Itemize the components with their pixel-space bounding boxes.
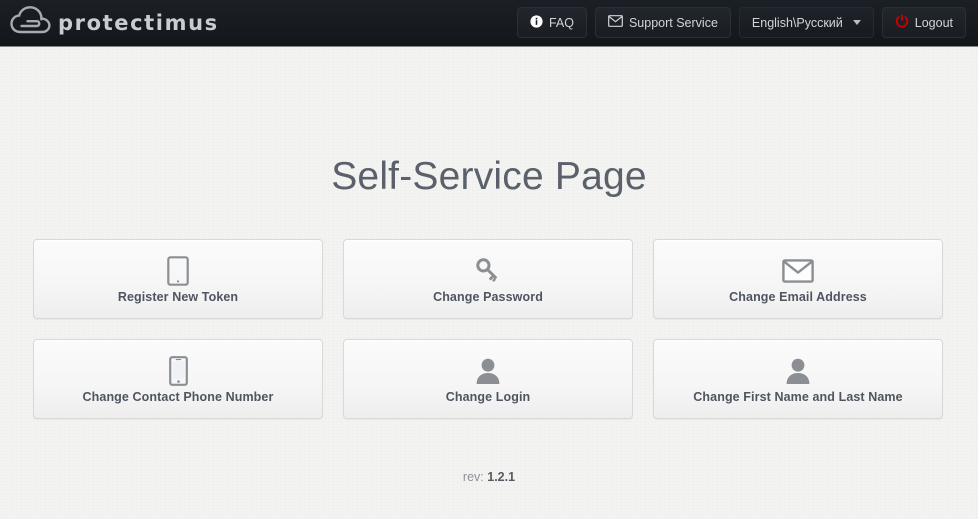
faq-label: FAQ bbox=[548, 15, 574, 30]
key-icon bbox=[472, 255, 504, 287]
page-title: Self-Service Page bbox=[331, 155, 647, 198]
power-icon bbox=[895, 14, 909, 31]
tile-change-login[interactable]: Change Login bbox=[343, 339, 633, 419]
tile-label: Change First Name and Last Name bbox=[693, 389, 903, 404]
language-selector[interactable]: English\Русский bbox=[738, 7, 874, 38]
user-icon bbox=[784, 355, 812, 387]
cloud-arrow-logo-icon bbox=[10, 5, 54, 42]
tile-label: Change Email Address bbox=[729, 289, 867, 304]
tile-change-first-name-and-last-name[interactable]: Change First Name and Last Name bbox=[653, 339, 943, 419]
top-header-bar: protectimus FAQ Support Service English\… bbox=[0, 0, 978, 46]
faq-button[interactable]: FAQ bbox=[516, 7, 587, 38]
brand-logo[interactable]: protectimus bbox=[10, 5, 219, 41]
tile-label: Change Login bbox=[445, 389, 531, 404]
tile-label: Change Contact Phone Number bbox=[82, 389, 274, 404]
logout-button[interactable]: Logout bbox=[881, 7, 966, 38]
envelope-icon bbox=[782, 255, 814, 287]
support-service-label: Support Service bbox=[628, 15, 718, 30]
mobile-phone-icon bbox=[168, 355, 188, 387]
tile-label: Register New Token bbox=[117, 289, 239, 304]
tile-change-email-address[interactable]: Change Email Address bbox=[653, 239, 943, 319]
tile-change-password[interactable]: Change Password bbox=[343, 239, 633, 319]
support-service-button[interactable]: Support Service bbox=[594, 7, 731, 38]
brand-name: protectimus bbox=[58, 11, 219, 35]
user-icon bbox=[474, 355, 502, 387]
chevron-down-icon bbox=[852, 20, 861, 25]
revision-prefix: rev: bbox=[462, 470, 484, 484]
revision-footer: rev: 1.2.1 bbox=[0, 470, 978, 484]
tablet-icon bbox=[167, 255, 189, 287]
logout-label: Logout bbox=[914, 15, 953, 30]
tile-label: Change Password bbox=[433, 289, 543, 304]
self-service-tile-grid: Register New Token Change Password Chang… bbox=[33, 239, 945, 419]
main-content: Self-Service Page Register New Token Cha… bbox=[0, 46, 978, 519]
header-actions: FAQ Support Service English\Русский Logo… bbox=[516, 7, 966, 38]
info-circle-icon bbox=[530, 14, 543, 31]
envelope-icon bbox=[608, 15, 623, 30]
language-label: English\Русский bbox=[751, 15, 843, 30]
revision-value: 1.2.1 bbox=[487, 470, 516, 484]
tile-register-new-token[interactable]: Register New Token bbox=[33, 239, 323, 319]
tile-change-contact-phone-number[interactable]: Change Contact Phone Number bbox=[33, 339, 323, 419]
